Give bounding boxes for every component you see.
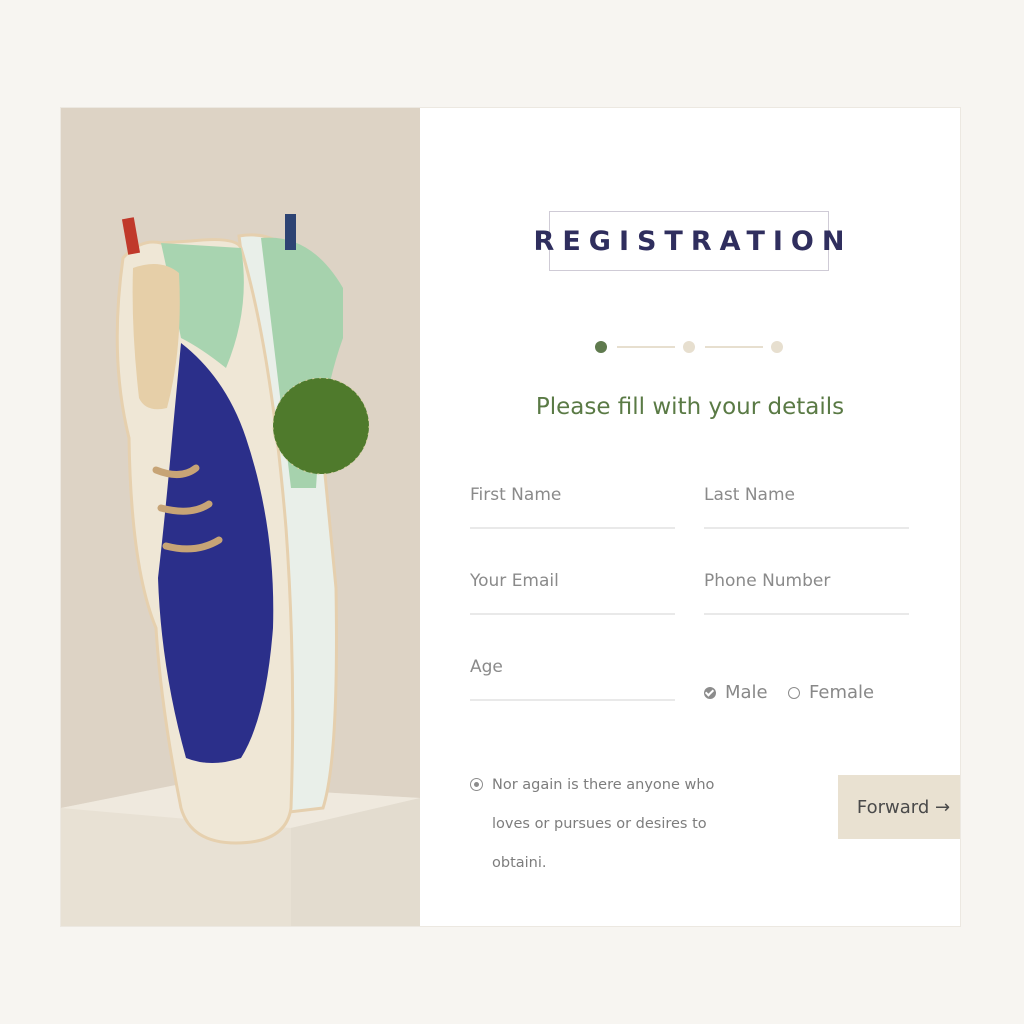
- gender-female-radio[interactable]: Female: [788, 682, 874, 703]
- step-dot-1: [595, 341, 607, 353]
- first-name-field[interactable]: First Name: [470, 485, 675, 529]
- form-title-box: REGISTRATION: [534, 211, 844, 271]
- form-title: REGISTRATION: [533, 225, 853, 257]
- registration-card: REGISTRATION Please fill with your detai…: [61, 108, 960, 926]
- field-underline: [704, 613, 909, 615]
- last-name-placeholder: Last Name: [704, 485, 795, 505]
- radio-dot-icon: [470, 778, 483, 791]
- gender-female-label: Female: [809, 682, 875, 703]
- first-name-placeholder: First Name: [470, 485, 562, 505]
- phone-field[interactable]: Phone Number: [704, 571, 909, 615]
- field-underline: [470, 613, 675, 615]
- check-circle-icon: [704, 686, 716, 699]
- agreement-text: Nor again is there anyone who loves or p…: [492, 777, 715, 871]
- age-placeholder: Age: [470, 657, 503, 677]
- registration-form: REGISTRATION Please fill with your detai…: [420, 108, 960, 926]
- email-field[interactable]: Your Email: [470, 571, 675, 615]
- step-dot-2: [683, 341, 695, 353]
- field-underline: [704, 527, 909, 529]
- step-connector: [705, 346, 763, 348]
- last-name-field[interactable]: Last Name: [704, 485, 909, 529]
- radio-empty-icon: [788, 686, 800, 699]
- forward-button[interactable]: Forward →: [838, 775, 960, 839]
- field-underline: [470, 699, 675, 701]
- sneaker-illustration: [61, 214, 420, 926]
- age-field[interactable]: Age: [470, 657, 675, 701]
- gender-male-label: Male: [725, 682, 768, 703]
- form-subtitle: Please fill with your details: [535, 394, 845, 420]
- step-connector: [617, 346, 675, 348]
- email-placeholder: Your Email: [470, 571, 559, 591]
- agreement-option[interactable]: Nor again is there anyone who loves or p…: [470, 776, 730, 883]
- gender-male-radio[interactable]: Male: [704, 682, 768, 703]
- step-dot-3: [771, 341, 783, 353]
- field-underline: [470, 527, 675, 529]
- phone-placeholder: Phone Number: [704, 571, 831, 591]
- product-photo: [61, 108, 420, 926]
